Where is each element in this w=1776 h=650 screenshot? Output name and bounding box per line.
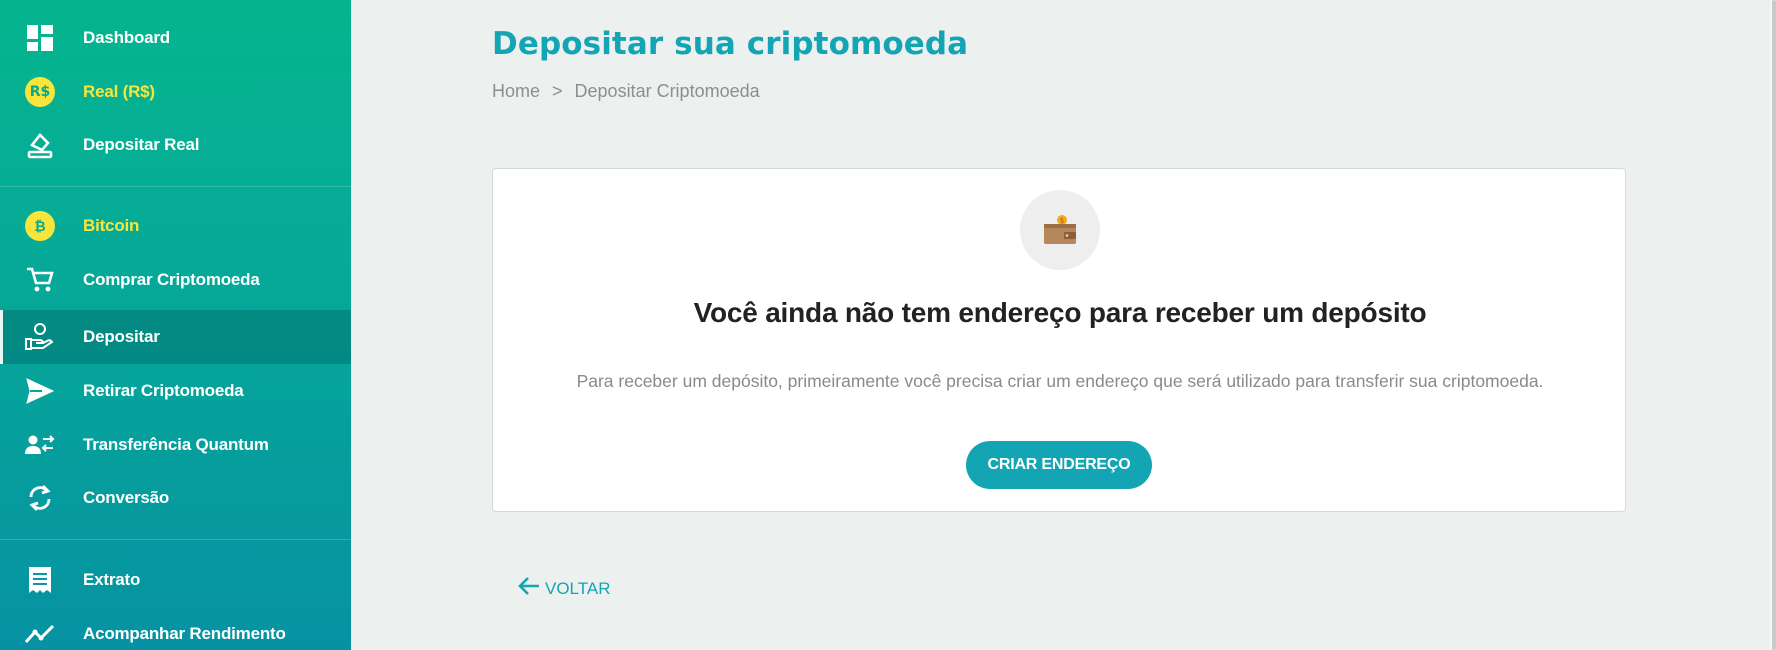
breadcrumb: Home > Depositar Criptomoeda bbox=[492, 81, 760, 102]
sidebar-item-real[interactable]: R$ Real (R$) bbox=[0, 65, 351, 119]
sidebar-item-depositar[interactable]: Depositar bbox=[0, 310, 351, 364]
sidebar-item-label: Acompanhar Rendimento bbox=[83, 624, 286, 643]
back-button[interactable]: VOLTAR bbox=[517, 576, 611, 601]
convert-icon bbox=[24, 483, 56, 513]
sidebar-item-label: Extrato bbox=[83, 570, 141, 589]
dashboard-icon bbox=[24, 23, 56, 53]
sidebar-item-transferencia-quantum[interactable]: Transferência Quantum bbox=[0, 418, 351, 472]
svg-text:$: $ bbox=[1060, 217, 1064, 225]
wallet-icon: $ bbox=[1020, 190, 1100, 270]
sidebar-divider bbox=[0, 539, 351, 540]
arrow-left-icon bbox=[517, 576, 541, 601]
hand-coin-icon bbox=[24, 322, 56, 352]
create-address-button[interactable]: CRIAR ENDEREÇO bbox=[966, 441, 1152, 489]
sidebar-divider bbox=[0, 186, 351, 187]
page-title: Depositar sua criptomoeda bbox=[492, 26, 969, 62]
send-icon bbox=[24, 376, 56, 406]
sidebar-item-label: Depositar bbox=[83, 327, 160, 346]
deposit-real-icon bbox=[24, 130, 56, 160]
sidebar-item-label: Transferência Quantum bbox=[83, 435, 269, 454]
empty-state-description: Para receber um depósito, primeiramente … bbox=[576, 371, 1544, 391]
sidebar-item-bitcoin[interactable]: ₿ Bitcoin bbox=[0, 199, 351, 253]
breadcrumb-current: Depositar Criptomoeda bbox=[574, 81, 760, 101]
sidebar-item-label: Dashboard bbox=[83, 28, 170, 47]
sidebar-item-label: Bitcoin bbox=[83, 216, 140, 235]
sidebar: Dashboard R$ Real (R$) Depositar Real ₿ … bbox=[0, 0, 351, 650]
sidebar-item-label: Conversão bbox=[83, 488, 170, 507]
sidebar-item-label: Real (R$) bbox=[83, 82, 155, 101]
bitcoin-icon: ₿ bbox=[24, 211, 56, 241]
breadcrumb-separator: > bbox=[552, 81, 563, 101]
scrollbar[interactable] bbox=[1770, 0, 1776, 650]
sidebar-item-retirar-criptomoeda[interactable]: Retirar Criptomoeda bbox=[0, 364, 351, 418]
real-coin-icon: R$ bbox=[24, 77, 56, 107]
back-label: VOLTAR bbox=[545, 578, 611, 598]
sidebar-item-acompanhar-rendimento[interactable]: Acompanhar Rendimento bbox=[0, 607, 351, 650]
sidebar-item-comprar-criptomoeda[interactable]: Comprar Criptomoeda bbox=[0, 253, 351, 307]
sidebar-item-conversao[interactable]: Conversão bbox=[0, 471, 351, 525]
breadcrumb-home[interactable]: Home bbox=[492, 81, 540, 102]
empty-address-card: $ Você ainda não tem endereço para receb… bbox=[492, 168, 1626, 512]
sidebar-item-label: Retirar Criptomoeda bbox=[83, 381, 244, 400]
sidebar-item-extrato[interactable]: Extrato bbox=[0, 553, 351, 607]
sidebar-item-label: Comprar Criptomoeda bbox=[83, 270, 260, 289]
sidebar-item-label: Depositar Real bbox=[83, 135, 200, 154]
scrollbar-thumb[interactable] bbox=[1772, 0, 1776, 650]
cart-icon bbox=[24, 265, 56, 295]
trend-icon bbox=[24, 619, 56, 649]
sidebar-item-dashboard[interactable]: Dashboard bbox=[0, 11, 351, 65]
receipt-icon bbox=[24, 565, 56, 595]
sidebar-item-depositar-real[interactable]: Depositar Real bbox=[0, 118, 351, 172]
empty-state-heading: Você ainda não tem endereço para receber… bbox=[693, 297, 1427, 328]
user-transfer-icon bbox=[24, 430, 56, 460]
